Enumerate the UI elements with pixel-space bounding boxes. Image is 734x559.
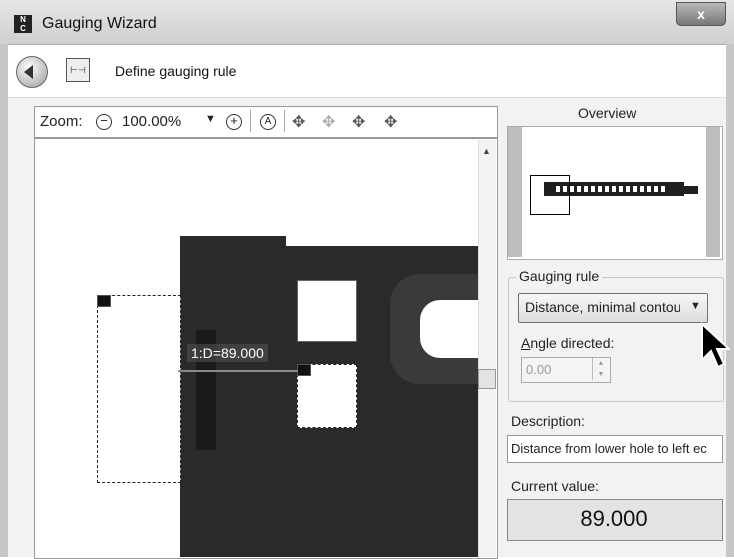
selection-handle[interactable]	[97, 295, 111, 307]
back-arrow-icon[interactable]	[16, 56, 48, 88]
scroll-up-icon[interactable]: ▲	[482, 146, 491, 156]
zoom-in-icon[interactable]: +	[226, 114, 242, 130]
zoom-dropdown-icon[interactable]: ▼	[205, 113, 216, 125]
move-down-icon[interactable]: ✥	[384, 112, 397, 132]
overview-part-tab	[680, 186, 698, 194]
vertical-scrollbar[interactable]	[478, 140, 496, 557]
gauging-rule-icon: ⊢⊣	[66, 58, 90, 82]
gauging-rule-selected[interactable]: Distance, minimal contou	[525, 299, 680, 315]
overview-viewport-frame[interactable]	[530, 175, 570, 215]
overview-margin-right	[706, 127, 720, 257]
angle-directed-value[interactable]: 0.00	[526, 362, 551, 377]
part-edge	[286, 236, 478, 246]
mouse-cursor-icon	[701, 322, 730, 369]
window-border-right	[726, 44, 734, 557]
move-up-icon[interactable]: ✥	[352, 112, 365, 132]
angle-spinner[interactable]: ▲ ▼	[592, 358, 609, 380]
overview-title: Overview	[578, 105, 637, 121]
description-value[interactable]: Distance from lower hole to left ec	[511, 441, 719, 456]
zoom-value[interactable]: 100.00%	[122, 113, 181, 130]
close-button[interactable]: x	[676, 2, 726, 26]
scrollbar-thumb[interactable]	[478, 369, 496, 389]
window-title: Gauging Wizard	[42, 15, 157, 32]
toolbar-separator	[250, 110, 251, 132]
overview-part-holes	[556, 186, 666, 192]
step-title: Define gauging rule	[115, 63, 237, 79]
zoom-label: Zoom:	[40, 113, 83, 130]
app-icon: NC	[14, 15, 32, 33]
move-right-icon[interactable]: ✥	[322, 112, 335, 132]
selection-handle[interactable]	[297, 364, 311, 376]
left-edge-selection[interactable]	[97, 295, 181, 483]
dimension-label: 1:D=89.000	[187, 344, 268, 362]
move-left-icon[interactable]: ✥	[292, 112, 305, 132]
gauging-rule-legend: Gauging rule	[516, 268, 603, 284]
description-label: Description:	[511, 413, 585, 429]
chevron-down-icon[interactable]: ▼	[690, 300, 701, 312]
toolbar-separator	[284, 110, 285, 132]
upper-hole	[297, 280, 357, 342]
overview-margin-left	[508, 127, 522, 257]
current-value-label: Current value:	[511, 478, 599, 494]
dimension-line	[178, 370, 298, 372]
part-slot-opening	[420, 300, 478, 358]
zoom-out-icon[interactable]: −	[96, 114, 112, 130]
angle-directed-label: Angle directed:	[521, 335, 615, 351]
window-border-left	[0, 44, 8, 557]
current-value: 89.000	[580, 506, 648, 531]
zoom-fit-icon[interactable]: A	[260, 114, 276, 130]
